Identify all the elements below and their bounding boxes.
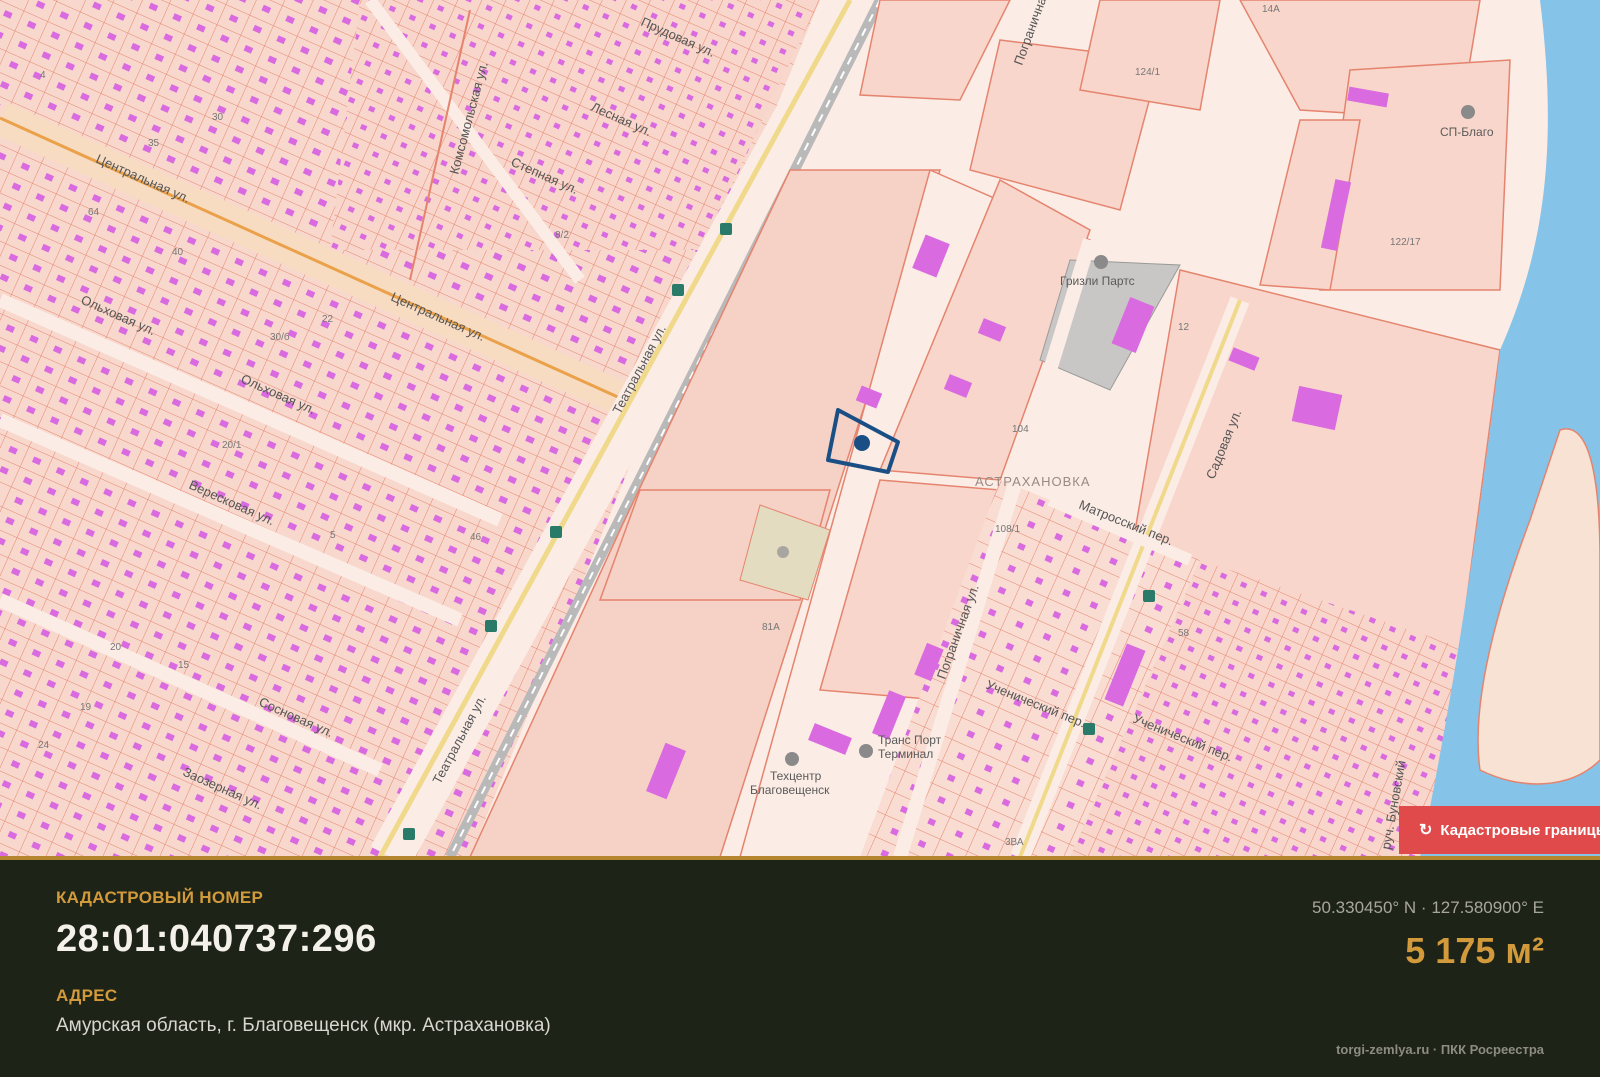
plot-number: 30/б [270,331,290,343]
plot-number: 15 [178,660,190,671]
bus-stop-icon[interactable] [1083,723,1095,735]
plot-number: 46 [470,532,482,543]
cadastral-borders-label: Кадастровые границы [1440,821,1600,839]
plot-number: 20/1 [222,440,242,451]
parcel-ne-3 [1079,0,1221,111]
plot-number: 40 [172,247,184,258]
bus-stop-icon[interactable] [550,526,562,538]
address-value: Амурская область, г. Благовещенск (мкр. … [56,1015,551,1036]
plot-number: 20 [110,642,122,653]
cadastral-number: 28:01:040737:296 [56,918,377,960]
plot-number: 24 [38,740,50,751]
poi-label: Транс Порт [878,733,942,747]
poi-label: Техцентр [770,769,822,783]
cadastral-map[interactable]: Центральная ул. Центральная ул. Театраль… [0,0,1600,857]
map-canvas[interactable]: Центральная ул. Центральная ул. Театраль… [0,0,1600,857]
bus-stop-icon[interactable] [403,828,415,840]
plot-number: 104 [1012,424,1029,435]
plot-number: 12 [1178,322,1190,333]
coordinates: 50.330450° N · 127.580900° E [1312,898,1544,917]
poi-trans-port-icon[interactable] [859,744,873,758]
district-label: АСТРАХАНОВКА [975,474,1091,489]
church-icon [777,546,789,558]
plot-number: 4 [40,70,46,81]
refresh-icon: ↻ [1419,822,1433,839]
plot-number: 30 [212,112,224,123]
plot-number: 122/17 [1390,237,1421,248]
poi-grizli-icon[interactable] [1094,255,1108,269]
address-label: АДРЕС [56,986,118,1005]
poi-technics-icon[interactable] [785,752,799,766]
plot-number: 14А [1262,4,1280,15]
bus-stop-icon[interactable] [720,223,732,235]
cadastral-number-label: КАДАСТРОВЫЙ НОМЕР [56,888,264,907]
source-credit: torgi-zemlya.ru · ПКК Росреестра [1336,1042,1544,1057]
plot-number: 64 [88,207,100,218]
poi-label: СП-Благо [1440,125,1494,139]
plot-number: 22 [322,314,334,325]
plot-number: 124/1 [1135,67,1160,78]
poi-label: Терминал [878,747,933,761]
selected-parcel-marker[interactable] [854,435,870,451]
plot-number: 19 [80,702,92,713]
plot-number: 81А [762,622,780,633]
plot-number: 58 [1178,628,1190,639]
parcel-area: 5 175 м² [1405,930,1544,971]
bus-stop-icon[interactable] [1143,590,1155,602]
bus-stop-icon[interactable] [672,284,684,296]
bus-stop-icon[interactable] [485,620,497,632]
plot-number: 5 [330,530,336,541]
poi-label: Гризли Партс [1060,274,1135,288]
plot-number: 3ВА [1005,837,1024,848]
cadastral-borders-toggle[interactable]: ↻ Кадастровые границы [1399,806,1600,854]
parcel-info-panel: КАДАСТРОВЫЙ НОМЕР 28:01:040737:296 АДРЕС… [0,860,1600,1077]
plot-number: 35 [148,138,160,149]
plot-number: 8/2 [555,230,569,241]
plot-number: 108/1 [995,524,1020,535]
poi-sp-blago-icon[interactable] [1461,105,1475,119]
poi-label: Благовещенск [750,783,830,797]
